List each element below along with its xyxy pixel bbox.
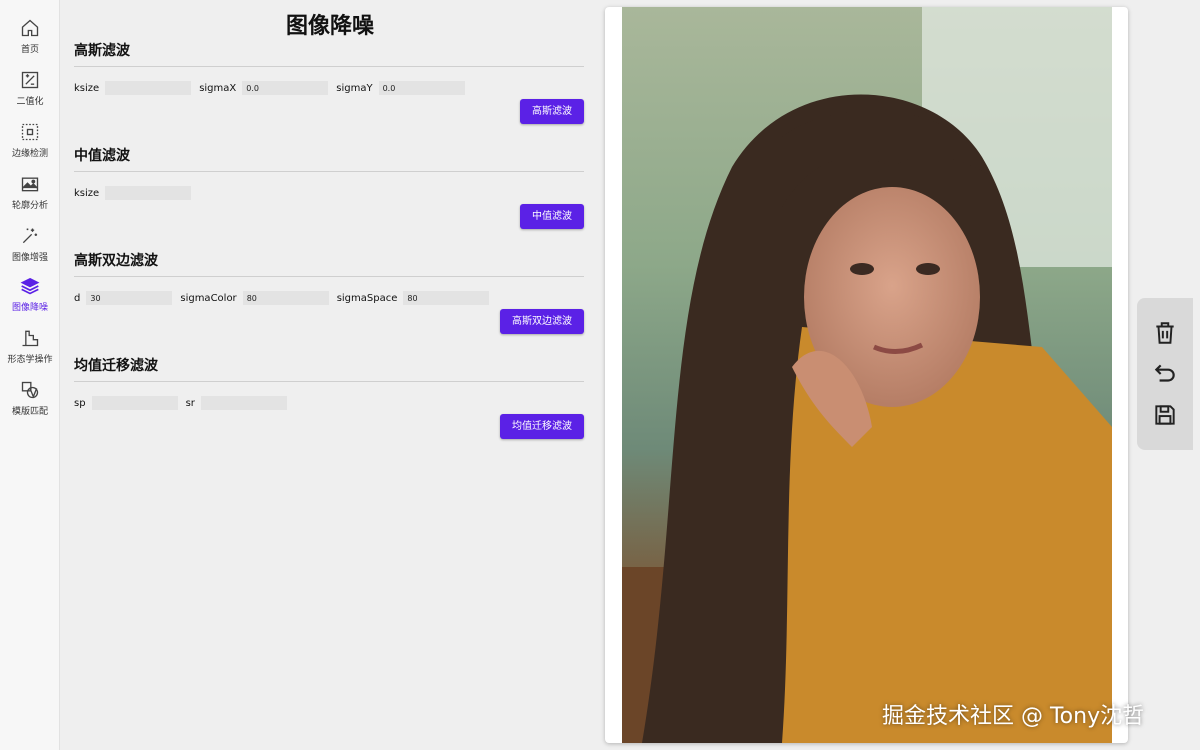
delete-button[interactable]: [1152, 320, 1178, 346]
layers-icon: [20, 277, 40, 295]
save-icon: [1155, 405, 1175, 425]
d-input[interactable]: [86, 291, 173, 305]
param-label: sp: [74, 397, 86, 409]
nav-item-edge-detect[interactable]: 边缘检测: [0, 118, 60, 164]
ksize-input[interactable]: [105, 186, 192, 200]
param-row: sp sr: [74, 395, 295, 411]
median-filter-section: 中值滤波 ksize 中值滤波: [74, 145, 584, 229]
nav-item-label: 形态学操作: [7, 355, 53, 365]
watermark: 掘金技术社区 @ Tony沈哲: [882, 704, 1145, 729]
bilateral-filter-button[interactable]: 高斯双边滤波: [500, 309, 584, 334]
denoise-panel: 图像降噪 高斯滤波 ksize sigmaX sigmaY 高斯滤波 中值滤波 …: [60, 0, 600, 750]
nav-item-label: 边缘检测: [11, 149, 48, 159]
template-match-icon: [21, 381, 39, 399]
binarize-icon: [21, 71, 39, 89]
gaussian-filter-button[interactable]: 高斯滤波: [520, 99, 584, 124]
sp-input[interactable]: [91, 396, 178, 410]
param-label: sigmaY: [336, 82, 373, 94]
sigmay-input[interactable]: [378, 81, 465, 95]
sr-input[interactable]: [200, 396, 287, 410]
trash-icon: [1156, 322, 1174, 344]
section-title: 高斯滤波: [74, 43, 130, 59]
save-button[interactable]: [1152, 402, 1178, 428]
edge-detect-icon: [21, 123, 39, 141]
section-divider: [74, 66, 584, 67]
param-row: ksize: [74, 185, 199, 201]
param-label: d: [74, 292, 81, 304]
ksize-input[interactable]: [105, 81, 192, 95]
param-row: ksize sigmaX sigmaY: [74, 80, 473, 96]
sigmax-input[interactable]: [242, 81, 329, 95]
nav-item-label: 图像降噪: [11, 303, 48, 313]
image-toolbar: [1137, 298, 1193, 450]
section-divider: [74, 276, 584, 277]
nav-item-label: 首页: [20, 45, 39, 55]
param-label: sigmaColor: [180, 292, 237, 304]
home-icon: [21, 19, 39, 37]
nav-item-label: 二值化: [16, 97, 44, 107]
nav-item-enhance[interactable]: 图像增强: [0, 222, 60, 268]
param-row: d sigmaColor sigmaSpace: [74, 290, 497, 306]
image-preview-card: [605, 7, 1128, 743]
contour-icon: [21, 177, 39, 192]
nav-item-template-match[interactable]: 模版匹配: [0, 376, 60, 422]
morphology-icon: [22, 330, 39, 347]
section-title: 均值迁移滤波: [74, 358, 158, 374]
sigmaspace-input[interactable]: [403, 291, 490, 305]
mean-shift-filter-button[interactable]: 均值迁移滤波: [500, 414, 584, 439]
nav-item-denoise[interactable]: 图像降噪: [0, 272, 60, 318]
gaussian-filter-section: 高斯滤波 ksize sigmaX sigmaY 高斯滤波: [74, 40, 584, 124]
nav-item-label: 轮廓分析: [11, 201, 48, 211]
param-label: ksize: [74, 187, 100, 199]
nav-item-label: 图像增强: [11, 253, 48, 263]
section-divider: [74, 381, 584, 382]
page-title: 图像降噪: [285, 14, 374, 39]
mean-shift-filter-section: 均值迁移滤波 sp sr 均值迁移滤波: [74, 355, 584, 439]
sidebar: 首页 二值化 边缘检测 轮廓分析 图像增强 图像降噪 形态学操作 模版匹配: [0, 0, 60, 750]
sigmacolor-input[interactable]: [242, 291, 329, 305]
bilateral-filter-section: 高斯双边滤波 d sigmaColor sigmaSpace 高斯双边滤波: [74, 250, 584, 334]
median-filter-button[interactable]: 中值滤波: [520, 204, 584, 229]
nav-item-label: 模版匹配: [11, 407, 48, 417]
param-label: sigmaSpace: [336, 292, 398, 304]
section-title: 中值滤波: [74, 148, 130, 164]
undo-icon: [1154, 364, 1175, 382]
preview-image: [622, 7, 1112, 743]
nav-item-contour[interactable]: 轮廓分析: [0, 170, 60, 216]
section-divider: [74, 171, 584, 172]
nav-item-binarize[interactable]: 二值化: [0, 66, 60, 112]
param-label: sigmaX: [199, 82, 237, 94]
section-title: 高斯双边滤波: [74, 253, 158, 269]
param-label: ksize: [74, 82, 100, 94]
nav-item-home[interactable]: 首页: [0, 14, 60, 60]
undo-button[interactable]: [1152, 361, 1178, 387]
param-label: sr: [185, 397, 195, 409]
nav-item-morphology[interactable]: 形态学操作: [0, 324, 60, 370]
magic-wand-icon: [22, 228, 38, 244]
